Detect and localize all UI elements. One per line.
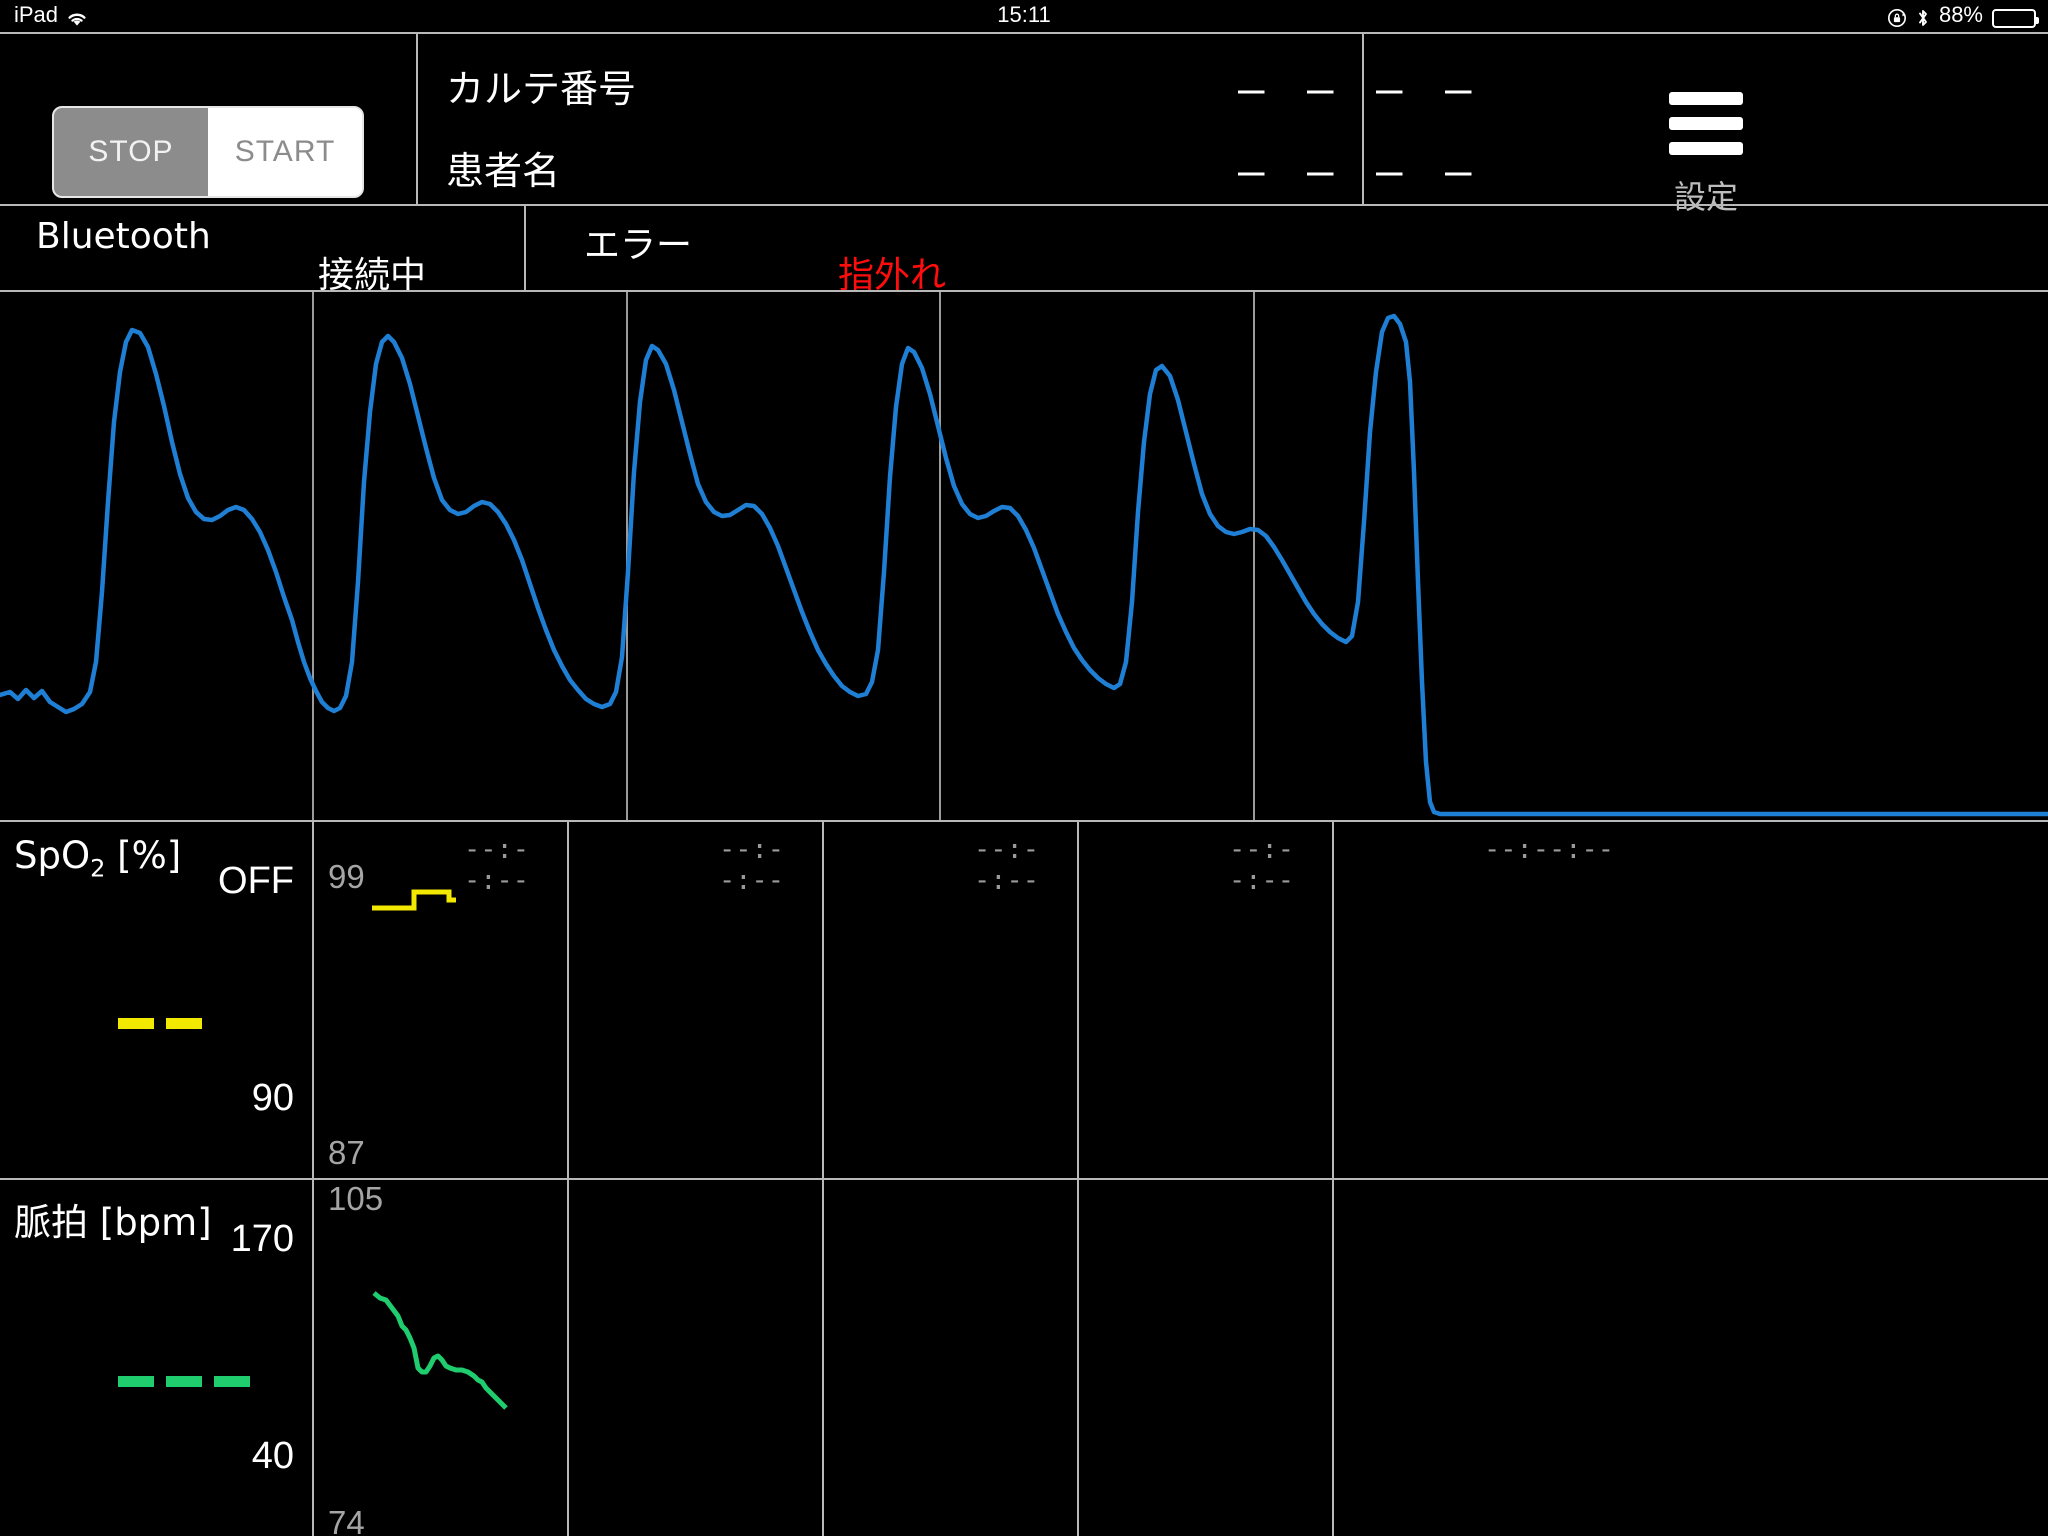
bluetooth-status-cell: Bluetooth 接続中 (0, 206, 524, 296)
pulse-trend-cell[interactable]: 105 74 (314, 1180, 567, 1536)
ios-status-bar: iPad 15:11 88% (0, 0, 2048, 32)
rotation-lock-icon (1887, 8, 1907, 28)
pulse-trend-cell[interactable] (824, 1180, 1077, 1536)
spo2-trend-cell[interactable]: 99 87 --:--:-- (314, 822, 567, 1178)
start-button[interactable]: START (208, 108, 362, 196)
start-stop-segmented-control[interactable]: STOP START (52, 106, 364, 198)
pleth-waveform-panel (0, 290, 2048, 820)
error-status-label: エラー (584, 225, 693, 266)
pulse-trend-cell[interactable] (1079, 1180, 1332, 1536)
bluetooth-icon (1916, 8, 1930, 28)
pulse-alarm-low[interactable]: 40 (252, 1435, 294, 1478)
pulse-alarm-high[interactable]: 170 (231, 1218, 294, 1261)
pulse-trend-trace (372, 1291, 508, 1410)
spo2-legend-cell: SpO2 [%] OFF 90 (0, 822, 312, 1178)
pulse-trend-graphs: 105 74 (314, 1180, 2048, 1536)
spo2-alarm-low[interactable]: 90 (252, 1077, 294, 1120)
spo2-trend-cell[interactable]: --:--:-- (1334, 822, 2048, 1178)
patient-name-row[interactable]: 患者名 – – – – (418, 128, 1471, 214)
stop-button[interactable]: STOP (54, 108, 208, 196)
spo2-trend-graphs: 99 87 --:--:-- --:--:-- --:--:-- --:--:-… (314, 822, 2048, 1178)
pulse-trend-cell[interactable] (1334, 1180, 2048, 1536)
pulse-value-dashes (118, 1376, 250, 1387)
battery-percent-label: 88% (1938, 2, 1983, 27)
spo2-timestamp: --:--:-- (974, 834, 1040, 896)
connection-status-row: Bluetooth 接続中 エラー 指外れ (0, 204, 2048, 296)
pulse-trend-cell[interactable] (569, 1180, 822, 1536)
chart-number-row[interactable]: カルテ番号 – – – – (418, 40, 1471, 126)
header-control-cell: STOP START (0, 34, 416, 206)
battery-icon (1992, 8, 2039, 28)
spo2-title-base: SpO (14, 834, 91, 877)
pleth-waveform-trace (0, 313, 2048, 817)
spo2-alarm-high[interactable]: OFF (218, 860, 294, 903)
spo2-title-unit: [%] (117, 834, 182, 877)
spo2-timestamp: --:--:-- (1484, 834, 1615, 865)
spo2-title: SpO2 [%] (14, 834, 181, 882)
spo2-trend-cell[interactable]: --:--:-- (1079, 822, 1332, 1178)
spo2-timestamp: --:--:-- (1229, 834, 1295, 896)
chart-number-label: カルテ番号 (446, 67, 637, 111)
spo2-value-dashes (118, 1018, 202, 1029)
error-status-cell: エラー 指外れ (526, 206, 2048, 296)
status-bar-right: 88% (1887, 2, 2039, 28)
spo2-trend-cell[interactable]: --:--:-- (824, 822, 1077, 1178)
pulse-title: 脈拍 [bpm] (14, 1201, 212, 1244)
pleth-waveform-svg (0, 292, 2048, 820)
spo2-trend-cell[interactable]: --:--:-- (569, 822, 822, 1178)
spo2-trend-trace (372, 889, 456, 911)
spo2-title-sub: 2 (90, 854, 106, 883)
patient-name-label: 患者名 (446, 149, 561, 193)
spo2-timestamp: --:--:-- (719, 834, 785, 896)
hamburger-menu-icon[interactable] (1669, 92, 1743, 155)
trend-section: SpO2 [%] OFF 90 脈拍 [bpm] 170 40 99 87 --… (0, 820, 2048, 1536)
pulse-legend-cell: 脈拍 [bpm] 170 40 (0, 1180, 312, 1536)
status-bar-clock: 15:11 (997, 2, 1051, 27)
app-header: STOP START カルテ番号 – – – – 患者名 – – – – 設定 (0, 32, 2048, 216)
bluetooth-status-label: Bluetooth (36, 216, 211, 257)
pulse-oximeter-app: iPad 15:11 88% STOP START カルテ番号 – – – – … (0, 0, 2048, 1536)
settings-button[interactable]: 設定 (1364, 34, 2048, 216)
